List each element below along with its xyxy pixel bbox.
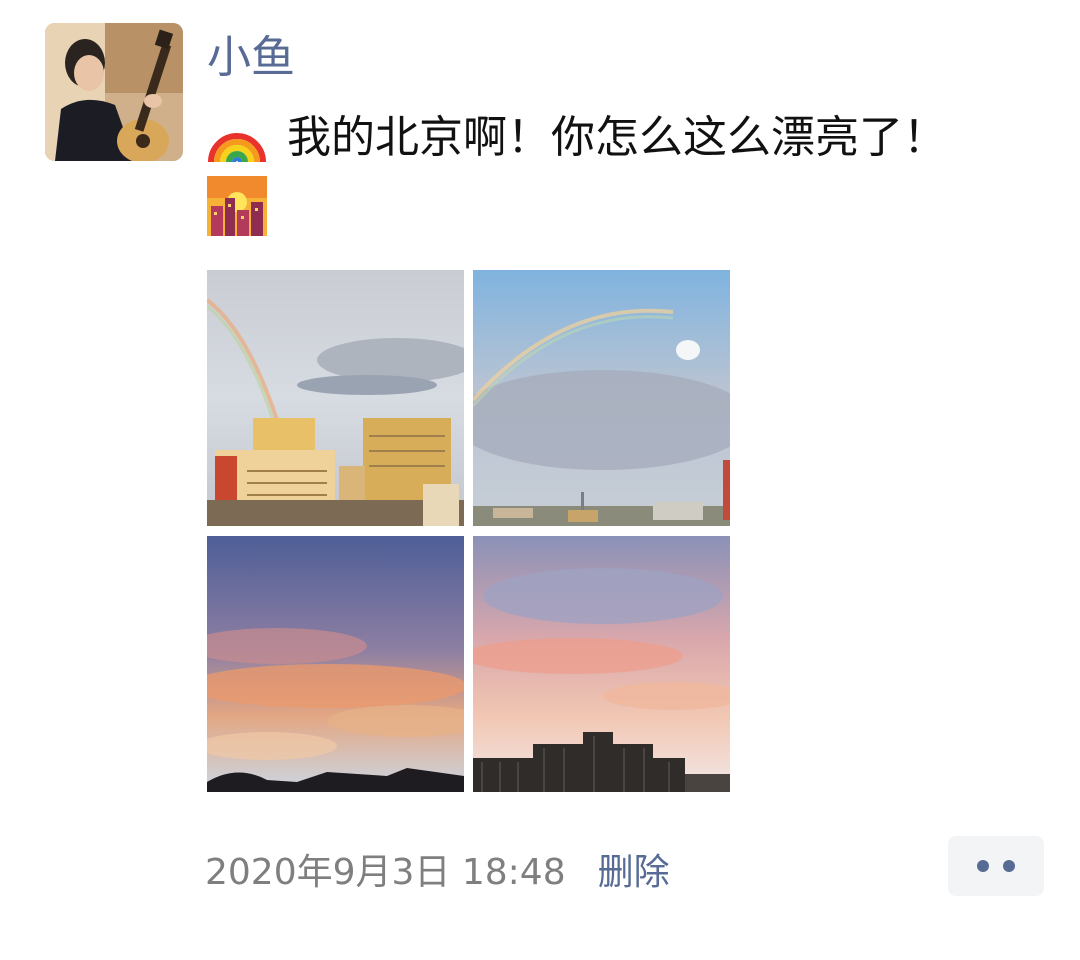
post-emoji-line bbox=[207, 175, 1037, 241]
avatar[interactable] bbox=[45, 23, 183, 161]
rainbow-emoji bbox=[207, 106, 267, 166]
delete-link[interactable]: 删除 bbox=[598, 852, 670, 893]
more-dots-icon bbox=[977, 860, 989, 872]
cityscape-at-dusk-emoji bbox=[207, 176, 267, 236]
rainbow-over-skyline-photo[interactable] bbox=[473, 270, 730, 526]
more-options-button[interactable] bbox=[948, 836, 1044, 896]
username[interactable]: 小鱼 bbox=[207, 28, 295, 88]
sunset-clouds-building-photo[interactable] bbox=[473, 536, 730, 792]
more-dots-icon bbox=[1003, 860, 1015, 872]
post-footer: 2020年9月3日 18:48 删除 bbox=[205, 848, 670, 898]
post-content: 我的北京啊！你怎么这么漂亮了！ bbox=[207, 105, 1037, 241]
post-text-line: 我的北京啊！你怎么这么漂亮了！ bbox=[207, 105, 1037, 171]
moments-post: 小鱼 我的北京啊！你怎么这么漂亮了！ 2020年9月3日 18:48 删除 bbox=[0, 0, 1080, 960]
post-text: 我的北京啊！你怎么这么漂亮了！ bbox=[287, 112, 947, 163]
photo-grid bbox=[207, 270, 730, 792]
sunset-clouds-photo[interactable] bbox=[207, 536, 464, 792]
avatar-image bbox=[45, 23, 183, 161]
rainbow-over-buildings-photo[interactable] bbox=[207, 270, 464, 526]
timestamp: 2020年9月3日 18:48 bbox=[205, 852, 566, 893]
